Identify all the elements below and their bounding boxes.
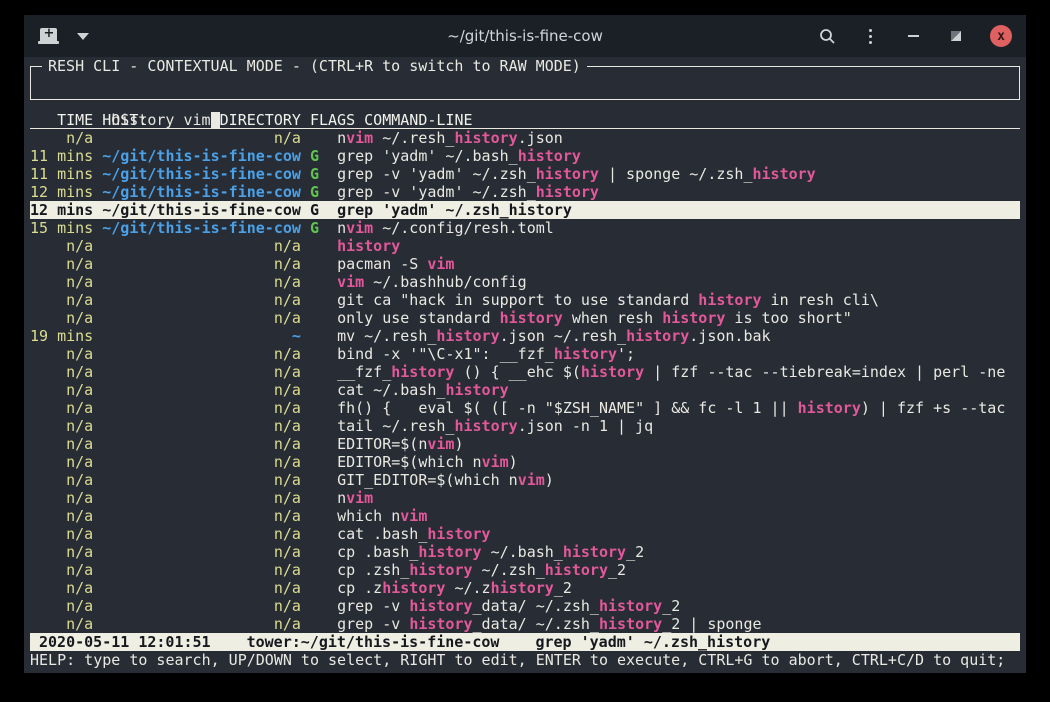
chevron-down-icon: [77, 33, 89, 40]
history-row[interactable]: n/a n/a EDITOR=$(nvim): [30, 435, 1020, 453]
history-row[interactable]: n/a n/a GIT_EDITOR=$(which nvim): [30, 471, 1020, 489]
history-row[interactable]: n/a n/a grep -v history_data/ ~/.zsh_his…: [30, 615, 1020, 633]
restore-icon: [951, 31, 961, 41]
history-row[interactable]: n/a n/a grep -v history_data/ ~/.zsh_his…: [30, 597, 1020, 615]
menu-button[interactable]: [861, 27, 879, 45]
history-row[interactable]: n/a n/a fh() { eval $( ([ -n "$ZSH_NAME"…: [30, 399, 1020, 417]
terminal-window: + ~/git/this-is-fine-cow: [24, 15, 1026, 673]
help-bar: HELP: type to search, UP/DOWN to select,…: [30, 651, 1020, 669]
history-row[interactable]: 15 mins ~/git/this-is-fine-cow G nvim ~/…: [30, 219, 1020, 237]
terminal-content: RESH CLI - CONTEXTUAL MODE - (CTRL+R to …: [24, 57, 1026, 673]
text-cursor: [211, 112, 220, 128]
history-row[interactable]: n/a n/a EDITOR=$(which nvim): [30, 453, 1020, 471]
history-row[interactable]: 19 mins ~ mv ~/.resh_history.json ~/.res…: [30, 327, 1020, 345]
minimize-button[interactable]: [904, 27, 922, 45]
status-datetime: 2020-05-11 12:01:51: [39, 633, 211, 651]
history-row[interactable]: n/a n/a cp .bash_history ~/.bash_history…: [30, 543, 1020, 561]
desktop-background: + ~/git/this-is-fine-cow: [0, 0, 1050, 702]
status-bar: 2020-05-11 12:01:51 tower:~/git/this-is-f…: [30, 633, 1020, 651]
history-row[interactable]: 12 mins ~/git/this-is-fine-cow G grep -v…: [30, 183, 1020, 201]
search-icon: [819, 28, 836, 45]
history-row[interactable]: n/a n/a vim ~/.bashhub/config: [30, 273, 1020, 291]
search-box-label: RESH CLI - CONTEXTUAL MODE - (CTRL+R to …: [42, 57, 587, 75]
restore-button[interactable]: [947, 27, 965, 45]
history-row[interactable]: n/a n/a which nvim: [30, 507, 1020, 525]
status-host-path: tower:~/git/this-is-fine-cow: [247, 633, 500, 651]
tab-dropdown-button[interactable]: [74, 27, 92, 45]
titlebar[interactable]: + ~/git/this-is-fine-cow: [24, 15, 1026, 57]
search-button[interactable]: [818, 27, 836, 45]
kebab-icon: [869, 29, 872, 32]
history-row[interactable]: n/a n/a bind -x '"\C-x1": __fzf_history'…: [30, 345, 1020, 363]
history-row[interactable]: n/a n/a tail ~/.resh_history.json -n 1 |…: [30, 417, 1020, 435]
history-table-body: n/a n/a nvim ~/.resh_history.json11 mins…: [30, 129, 1020, 633]
history-row[interactable]: 12 mins ~/git/this-is-fine-cow G grep 'y…: [30, 201, 1020, 219]
new-tab-button[interactable]: +: [38, 27, 60, 45]
history-row[interactable]: n/a n/a cp .zsh_history ~/.zsh_history_2: [30, 561, 1020, 579]
close-button[interactable]: x: [990, 25, 1012, 47]
history-row[interactable]: n/a n/a git ca "hack in support to use s…: [30, 291, 1020, 309]
search-query-text: history vim: [111, 111, 210, 129]
history-row[interactable]: n/a n/a only use standard history when r…: [30, 309, 1020, 327]
history-row[interactable]: n/a n/a __fzf_history () { __ehc $(histo…: [30, 363, 1020, 381]
history-row[interactable]: n/a n/a pacman -S vim: [30, 255, 1020, 273]
plus-icon: +: [38, 26, 60, 41]
minimize-icon: [908, 35, 919, 37]
history-row[interactable]: n/a n/a nvim ~/.resh_history.json: [30, 129, 1020, 147]
history-row[interactable]: n/a n/a cp .zhistory ~/.zhistory_2: [30, 579, 1020, 597]
history-row[interactable]: 11 mins ~/git/this-is-fine-cow G grep -v…: [30, 165, 1020, 183]
search-input[interactable]: RESH CLI - CONTEXTUAL MODE - (CTRL+R to …: [30, 66, 1020, 100]
history-row[interactable]: n/a n/a cat .bash_history: [30, 525, 1020, 543]
history-row[interactable]: n/a n/a nvim: [30, 489, 1020, 507]
close-icon: x: [997, 29, 1005, 44]
history-row[interactable]: n/a n/a cat ~/.bash_history: [30, 381, 1020, 399]
history-row[interactable]: n/a n/a history: [30, 237, 1020, 255]
status-command: grep 'yadm' ~/.zsh_history: [535, 633, 770, 651]
history-row[interactable]: 11 mins ~/git/this-is-fine-cow G grep 'y…: [30, 147, 1020, 165]
